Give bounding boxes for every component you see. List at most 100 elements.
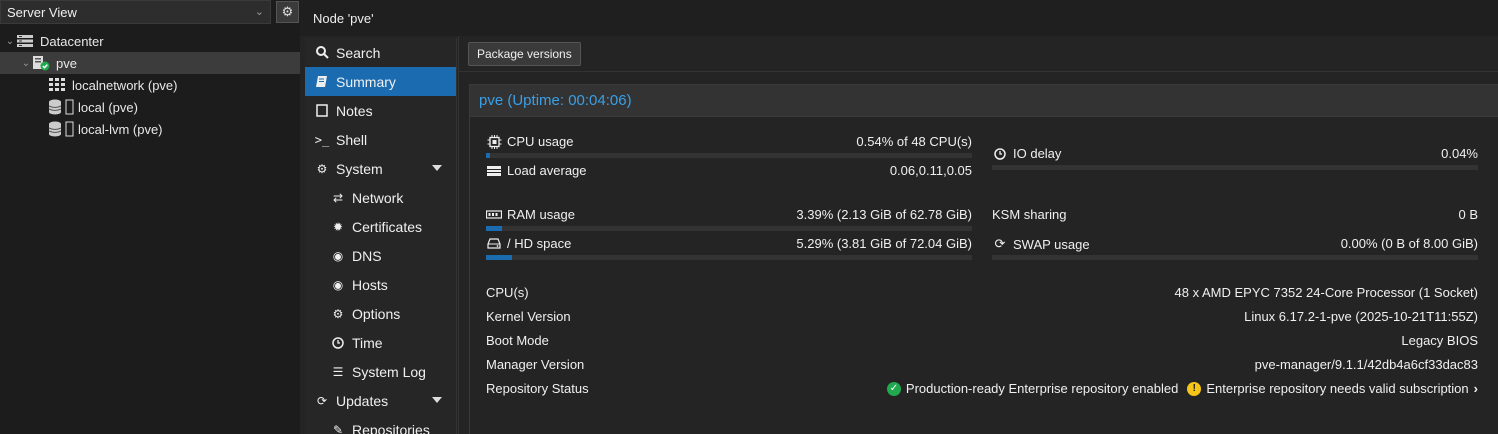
info-value: Legacy BIOS [1401, 333, 1478, 348]
stat-value: 0.06,0.11,0.05 [889, 163, 972, 178]
stat-label: IO delay [1013, 146, 1062, 161]
list-icon: ☰ [332, 364, 344, 379]
info-key: Repository Status [486, 381, 589, 396]
book-icon [314, 75, 330, 88]
datacenter-icon [16, 33, 34, 49]
resource-tree: ⌄ Datacenter ⌄ pve localnetwork (pve) lo… [0, 30, 300, 140]
nav-item-summary[interactable]: Summary [305, 67, 456, 96]
resource-tree-panel: Server View ⌄ ⚙ ⌄ Datacenter ⌄ pve local… [0, 0, 300, 434]
ksm-sharing-stat: KSM sharing 0 B [992, 207, 1478, 235]
nav-item-label: Notes [336, 102, 373, 119]
node-header: Node 'pve' [300, 0, 1498, 36]
expand-toggle-icon[interactable]: ⌄ [4, 36, 16, 47]
io-delay-stat: IO delay 0.04% [992, 146, 1478, 174]
tree-settings-button[interactable]: ⚙ [276, 1, 299, 23]
tree-item-datacenter[interactable]: ⌄ Datacenter [0, 30, 300, 52]
storage-icon [48, 99, 76, 115]
info-key: CPU(s) [486, 285, 529, 300]
nav-item-certificates[interactable]: ✹ Certificates [305, 212, 456, 241]
info-row-cpus: CPU(s) 48 x AMD EPYC 7352 24-Core Proces… [486, 285, 1478, 305]
node-nav-menu: Search Summary Notes >_ Shell ⚙ System ⇄… [305, 38, 457, 434]
grid-icon [48, 77, 66, 93]
nav-item-label: Hosts [352, 276, 388, 293]
exchange-icon: ⇄ [332, 190, 344, 205]
stat-value: 5.29% (3.81 GiB of 72.04 GiB) [796, 236, 972, 251]
status-panel-body: CPU usage 0.54% of 48 CPU(s) IO delay 0.… [470, 118, 1498, 434]
tree-item-label: localnetwork (pve) [72, 77, 178, 93]
ram-usage-bar [486, 226, 972, 231]
clock-icon [330, 336, 346, 349]
nav-item-network[interactable]: ⇄ Network [305, 183, 456, 212]
nav-item-label: Search [336, 44, 381, 61]
nav-item-label: Summary [336, 73, 396, 90]
refresh-icon: ⟳ [994, 236, 1006, 251]
cpu-usage-bar-fill [486, 153, 490, 158]
certificate-icon: ✹ [332, 219, 344, 234]
tree-item-localnetwork[interactable]: localnetwork (pve) [0, 74, 300, 96]
expand-toggle-icon[interactable]: ⌄ [20, 58, 32, 69]
repository-icon: ✎ [332, 422, 344, 434]
gear-icon: ⚙ [332, 306, 344, 321]
nav-item-label: System Log [352, 363, 426, 380]
info-key: Manager Version [486, 357, 585, 372]
tasks-icon [486, 165, 502, 177]
tree-item-label: pve [56, 55, 77, 71]
nav-item-label: Time [352, 334, 383, 351]
hd-space-bar [486, 255, 972, 260]
nav-item-label: Certificates [352, 218, 423, 235]
nav-item-search[interactable]: Search [305, 38, 456, 67]
hd-space-stat: / HD space 5.29% (3.81 GiB of 72.04 GiB) [486, 236, 972, 264]
server-view-select[interactable]: Server View ⌄ [0, 0, 271, 24]
info-row-manager: Manager Version pve-manager/9.1.1/42db4a… [486, 357, 1478, 377]
warning-icon: ! [1187, 381, 1202, 396]
caret-down-icon[interactable] [432, 397, 442, 403]
nav-item-label: DNS [352, 247, 382, 264]
nav-item-hosts[interactable]: ◉ Hosts [305, 270, 456, 299]
tree-item-node-pve[interactable]: ⌄ pve [0, 52, 300, 74]
note-icon [314, 104, 330, 117]
repo-ok-text: Production-ready Enterprise repository e… [905, 381, 1179, 396]
hd-space-bar-fill [486, 255, 512, 260]
nav-item-shell[interactable]: >_ Shell [305, 125, 456, 154]
node-online-icon [32, 55, 50, 71]
package-versions-button[interactable]: Package versions [468, 42, 581, 66]
info-key: Kernel Version [486, 309, 571, 324]
nav-item-time[interactable]: Time [305, 328, 456, 357]
search-icon [314, 46, 330, 59]
summary-content: Package versions pve (Uptime: 00:04:06) … [458, 36, 1498, 434]
gear-icon: ⚙ [281, 4, 294, 19]
nav-item-repositories[interactable]: ✎ Repositories [305, 415, 456, 434]
nav-item-notes[interactable]: Notes [305, 96, 456, 125]
nav-item-label: Network [352, 189, 404, 206]
nav-item-label: Shell [336, 131, 368, 148]
stat-value: 0.00% (0 B of 8.00 GiB) [1340, 236, 1478, 251]
tree-item-local-lvm[interactable]: local-lvm (pve) [0, 118, 300, 140]
cogs-icon: ⚙ [316, 161, 328, 176]
info-key: Boot Mode [486, 333, 549, 348]
stat-value: 0.54% of 48 CPU(s) [856, 134, 972, 149]
page-title: Node 'pve' [313, 10, 374, 26]
nav-item-dns[interactable]: ◉ DNS [305, 241, 456, 270]
terminal-icon: >_ [314, 132, 330, 147]
tree-item-local[interactable]: local (pve) [0, 96, 300, 118]
info-row-kernel: Kernel Version Linux 6.17.2-1-pve (2025-… [486, 309, 1478, 329]
nav-item-options[interactable]: ⚙ Options [305, 299, 456, 328]
refresh-icon: ⟳ [316, 393, 328, 408]
info-value: pve-manager/9.1.1/42db4a6cf33dac83 [1254, 357, 1478, 372]
stat-label: KSM sharing [992, 207, 1067, 222]
nav-item-syslog[interactable]: ☰ System Log [305, 357, 456, 386]
nav-item-label: System [336, 160, 383, 177]
chevron-down-icon: ⌄ [254, 6, 264, 18]
caret-down-icon[interactable] [432, 165, 442, 171]
io-delay-bar [992, 165, 1478, 170]
globe-icon: ◉ [332, 248, 344, 263]
nav-item-updates[interactable]: ⟳ Updates [305, 386, 456, 415]
info-value: Linux 6.17.2-1-pve (2025-10-21T11:55Z) [1244, 309, 1478, 324]
stat-label: CPU usage [507, 134, 574, 149]
chevron-right-icon[interactable]: › [1474, 381, 1478, 396]
nav-item-system[interactable]: ⚙ System [305, 154, 456, 183]
tree-item-label: local (pve) [78, 99, 138, 115]
cpu-icon [486, 134, 502, 149]
swap-usage-bar [992, 255, 1478, 260]
repository-status-value[interactable]: ✓ Production-ready Enterprise repository… [886, 381, 1478, 396]
